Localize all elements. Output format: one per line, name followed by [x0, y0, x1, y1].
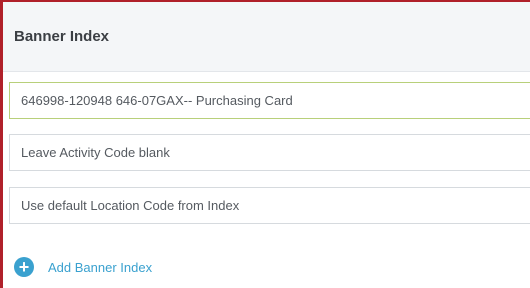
panel-header: Banner Index — [3, 2, 530, 72]
panel-title: Banner Index — [14, 28, 110, 45]
plus-circle-icon[interactable]: + — [14, 257, 34, 277]
add-banner-index-button[interactable]: + Add Banner Index — [14, 257, 152, 277]
location-code-value: Use default Location Code from Index — [21, 198, 240, 213]
activity-code-value: Leave Activity Code blank — [21, 145, 170, 160]
activity-code-field[interactable]: Leave Activity Code blank — [9, 134, 530, 171]
add-banner-index-label[interactable]: Add Banner Index — [48, 260, 152, 275]
banner-index-panel: Banner Index 646998-120948 646-07GAX-- P… — [0, 0, 530, 288]
banner-index-field[interactable]: 646998-120948 646-07GAX-- Purchasing Car… — [9, 82, 530, 119]
banner-index-value: 646998-120948 646-07GAX-- Purchasing Car… — [21, 93, 293, 108]
location-code-field[interactable]: Use default Location Code from Index — [9, 187, 530, 224]
